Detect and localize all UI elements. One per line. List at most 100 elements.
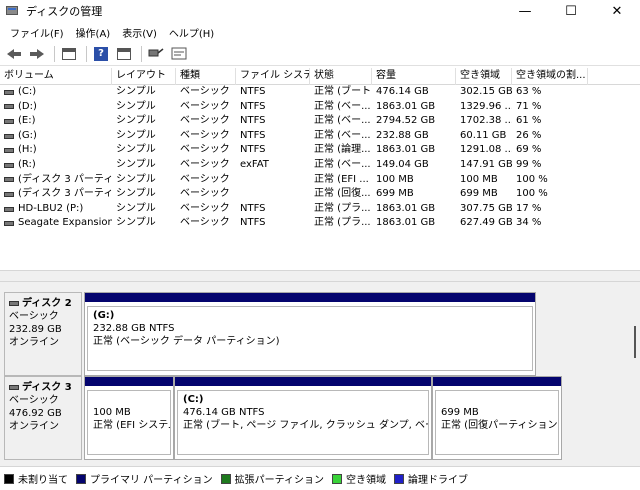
cell-type: ベーシック [180, 202, 230, 214]
volume-rows: (C:)シンプルベーシックNTFS正常 (ブート...476.14 GB302.… [0, 85, 640, 231]
forward-arrow-icon [30, 48, 44, 59]
table-row[interactable]: (H:) シンプル ベーシック NTFS 正常 (論理... 1863.01 GB 1291… [0, 143, 640, 158]
table-row[interactable]: HD-LBU2 (P:) シンプル ベーシック NTFS 正常 (プラ... 1863.0… [0, 202, 640, 217]
column-header-free-space[interactable]: 空き領域 [456, 68, 512, 85]
partition-g[interactable]: (G:) 232.88 GB NTFS 正常 (ベーシック データ パーティショ… [84, 292, 536, 376]
rescan-button[interactable] [146, 45, 166, 63]
cell-free-space: 1291.08 ... [460, 144, 512, 156]
cell-layout: シンプル [116, 217, 156, 229]
scrollbar-thumb[interactable] [634, 326, 636, 358]
refresh-icon [171, 47, 187, 59]
cell-layout: シンプル [116, 100, 156, 112]
cell-filesystem: NTFS [240, 86, 266, 97]
disk-2-label[interactable]: ディスク 2 ベーシック 232.89 GB オンライン [4, 292, 82, 376]
pane-splitter[interactable] [0, 270, 640, 282]
disk-2-partitions: (G:) 232.88 GB NTFS 正常 (ベーシック データ パーティショ… [84, 292, 536, 376]
table-row[interactable]: (ディスク 3 パーティシ... シンプル ベーシック 正常 (回復... 699 MB… [0, 187, 640, 202]
legend-swatch [4, 473, 14, 484]
forward-button[interactable] [27, 45, 47, 63]
menu-action[interactable]: 操作(A) [70, 25, 117, 40]
column-header-filesystem[interactable]: ファイル システム [236, 68, 310, 85]
cell-type: ベーシック [180, 158, 230, 170]
back-arrow-icon [7, 48, 21, 59]
column-header-layout[interactable]: レイアウト [112, 68, 176, 85]
partition-efi-status: 正常 (EFI システム [93, 420, 171, 431]
partition-c[interactable]: (C:) 476.14 GB NTFS 正常 (ブート, ページ ファイル, ク… [174, 376, 432, 460]
table-row[interactable]: (R:) シンプル ベーシック exFAT 正常 (ベー... 149.04 GB 147.… [0, 158, 640, 173]
cell-free-percent: 61 % [516, 115, 542, 127]
legend-label: プライマリ パーティション [90, 475, 213, 486]
cell-filesystem: NTFS [240, 115, 266, 127]
cell-free-space: 147.91 GB [460, 158, 512, 170]
refresh-button[interactable] [169, 45, 189, 63]
table-row[interactable]: (G:) シンプル ベーシック NTFS 正常 (ベー... 232.88 GB 60.11… [0, 129, 640, 144]
column-header-status[interactable]: 状態 [310, 68, 372, 85]
cell-type: ベーシック [180, 144, 230, 156]
cell-free-space: 100 MB [460, 173, 498, 185]
column-header-capacity[interactable]: 容量 [372, 68, 456, 85]
disk-3-label[interactable]: ディスク 3 ベーシック 476.92 GB オンライン [4, 376, 82, 460]
back-button[interactable] [4, 45, 24, 63]
cell-filesystem [236, 173, 310, 188]
disk-row-3[interactable]: ディスク 3 ベーシック 476.92 GB オンライン 100 MB 正常 (… [4, 376, 562, 460]
column-header-type[interactable]: 種類 [176, 68, 236, 85]
volume-list-header: ボリューム レイアウト 種類 ファイル システム 状態 容量 空き領域 空き領域… [0, 68, 640, 85]
legend-label: 拡張パーティション [234, 475, 324, 486]
cell-status: 正常 (プラ... [314, 202, 371, 214]
legend-label: 空き領域 [346, 475, 386, 486]
cell-capacity: 699 MB [376, 188, 414, 200]
cell-filesystem: NTFS [240, 129, 266, 141]
volume-name: (R:) [18, 158, 36, 170]
menu-file[interactable]: ファイル(F) [4, 25, 70, 40]
toolbar-separator [86, 45, 87, 62]
cell-free-percent: 71 % [516, 100, 542, 112]
column-header-volume[interactable]: ボリューム [0, 68, 112, 85]
cell-type: ベーシック [180, 173, 230, 185]
legend-bar: 未割り当て プライマリ パーティション 拡張パーティション 空き領域 論理ドライ… [0, 466, 640, 490]
cell-free-space: 1702.38 ... [460, 115, 512, 127]
cell-type: ベーシック [180, 188, 230, 200]
volume-icon [4, 177, 14, 183]
legend-swatch [332, 473, 342, 484]
cell-filesystem: NTFS [240, 100, 266, 112]
cell-filesystem: NTFS [240, 144, 266, 156]
cell-free-percent: 69 % [516, 144, 542, 156]
volume-name: HD-LBU2 (P:) [18, 202, 84, 214]
partition-c-size: 476.14 GB NTFS [183, 407, 265, 418]
column-header-free-percent[interactable]: 空き領域の割... [512, 68, 588, 85]
menu-help[interactable]: ヘルプ(H) [163, 25, 220, 40]
minimize-button[interactable]: — [502, 0, 548, 22]
cell-status: 正常 (ベー... [314, 129, 371, 141]
table-row[interactable]: (E:) シンプル ベーシック NTFS 正常 (ベー... 2794.52 GB 1702… [0, 114, 640, 129]
properties-button[interactable] [114, 45, 134, 63]
cell-status: 正常 (論理... [314, 144, 371, 156]
table-row[interactable]: (C:) シンプル ベーシック NTFS 正常 (ブート... 476.14 GB 302.… [0, 85, 640, 100]
table-row[interactable]: Seagate Expansion... シンプル ベーシック NTFS 正常 (プラ.… [0, 216, 640, 231]
primary-partition-bar [175, 377, 431, 386]
primary-partition-bar [85, 377, 173, 386]
legend-free-space: 空き領域 [332, 471, 386, 486]
cell-layout: シンプル [116, 144, 156, 156]
legend-label: 論理ドライブ [408, 475, 468, 486]
close-button[interactable]: ✕ [594, 0, 640, 22]
partition-efi-size: 100 MB [93, 407, 131, 418]
graphic-scrollbar[interactable] [630, 282, 640, 466]
partition-efi[interactable]: 100 MB 正常 (EFI システム [84, 376, 174, 460]
disk-3-partitions: 100 MB 正常 (EFI システム (C:) 476.14 GB NTFS … [84, 376, 562, 460]
cell-filesystem [236, 187, 310, 202]
help-button[interactable]: ? [91, 45, 111, 63]
partition-g-body: (G:) 232.88 GB NTFS 正常 (ベーシック データ パーティショ… [87, 306, 533, 371]
properties-icon [117, 47, 131, 60]
view-button[interactable] [59, 45, 79, 63]
cell-free-space: 302.15 GB [460, 86, 512, 97]
cell-type: ベーシック [180, 115, 230, 127]
disk-row-2[interactable]: ディスク 2 ベーシック 232.89 GB オンライン (G:) 232.88… [4, 292, 536, 376]
cell-status: 正常 (ベー... [314, 115, 371, 127]
maximize-button[interactable]: ☐ [548, 0, 594, 22]
table-row[interactable]: (D:) シンプル ベーシック NTFS 正常 (ベー... 1863.01 GB 1329… [0, 100, 640, 115]
primary-partition-bar [433, 377, 561, 386]
menu-view[interactable]: 表示(V) [116, 25, 163, 40]
rescan-icon [148, 47, 164, 56]
partition-recovery[interactable]: 699 MB 正常 (回復パーティション) [432, 376, 562, 460]
table-row[interactable]: (ディスク 3 パーティシ... シンプル ベーシック 正常 (EFI ... 100 … [0, 173, 640, 188]
